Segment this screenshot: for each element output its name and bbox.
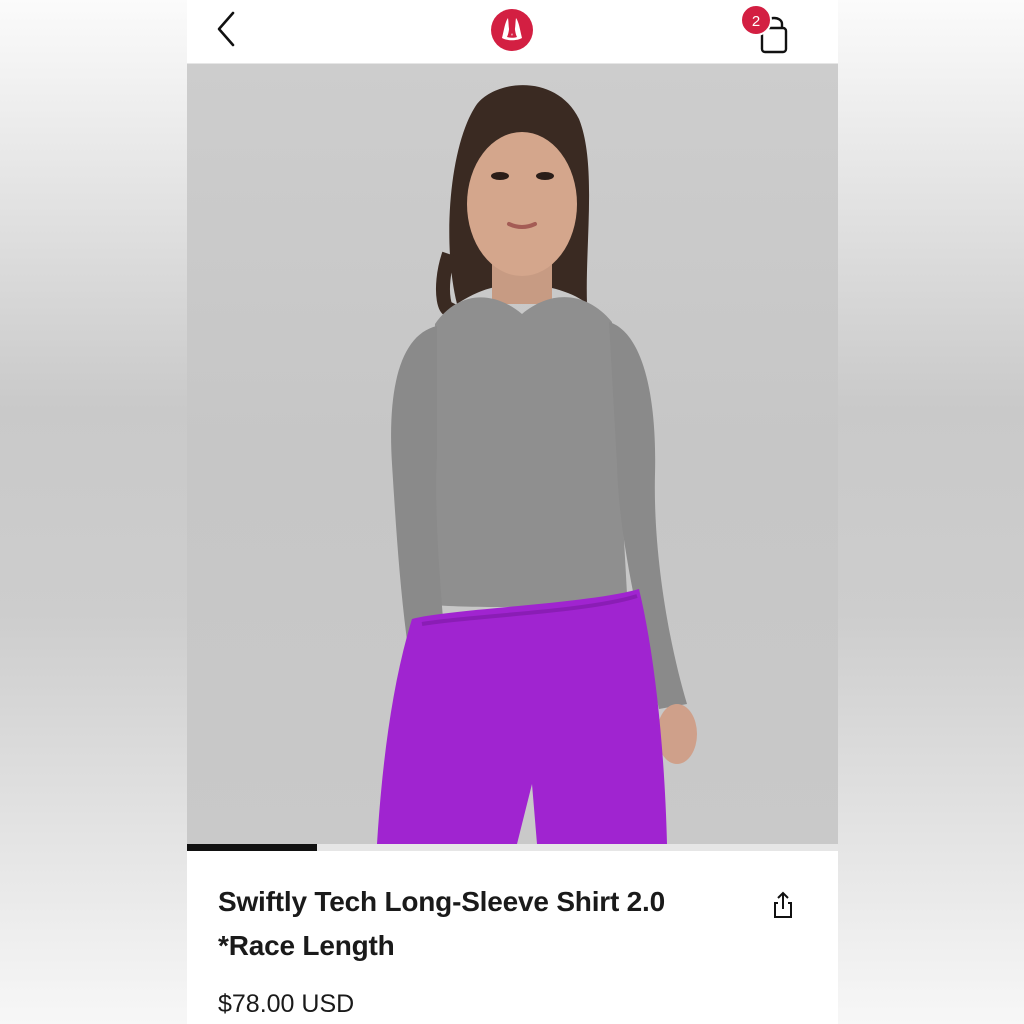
share-icon (774, 891, 792, 918)
top-nav-bar: 2 (187, 0, 838, 64)
product-title-line1: Swiftly Tech Long-Sleeve Shirt 2.0 (218, 886, 666, 917)
product-price: $78.00 USD (218, 990, 355, 1018)
gallery-progress-bar (187, 844, 838, 851)
product-title-line2: *Race Length (218, 930, 395, 961)
cart-count-badge: 2 (740, 4, 772, 36)
chevron-left-icon (217, 11, 235, 47)
product-image[interactable] (187, 64, 838, 844)
product-photo-illustration (377, 85, 697, 844)
product-screen: 2 Swiftly Tech Long-Sleeve Shirt 2.0 *Ra… (187, 0, 838, 1024)
cart-button[interactable]: 2 (740, 2, 800, 58)
product-title: Swiftly Tech Long-Sleeve Shirt 2.0 *Race… (218, 880, 738, 968)
brand-logo[interactable] (490, 8, 534, 52)
gallery-progress-fill (187, 844, 318, 851)
background-right (838, 0, 1024, 1024)
background-left (0, 0, 187, 1024)
back-button[interactable] (211, 8, 247, 50)
lululemon-logo-icon (491, 9, 533, 51)
share-button[interactable] (770, 890, 796, 920)
